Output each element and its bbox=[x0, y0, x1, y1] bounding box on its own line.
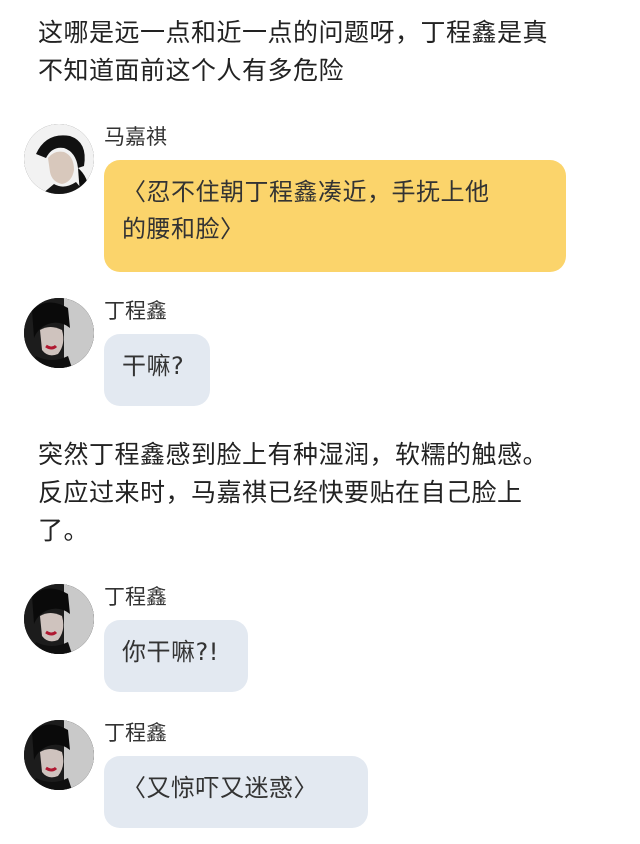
chat-message: 马嘉祺 〈忍不住朝丁程鑫凑近，手抚上他 的腰和脸〉 bbox=[24, 124, 624, 274]
sender-name: 丁程鑫 bbox=[104, 585, 167, 609]
narration-middle-line-2: 反应过来时，马嘉祺已经快要贴在自己脸上 bbox=[38, 478, 523, 507]
avatar-image bbox=[24, 584, 94, 654]
message-text-line-1: 干嘛? bbox=[122, 352, 185, 380]
message-text-line-1: 你干嘛?! bbox=[122, 638, 219, 666]
message-text-line-1: 〈忍不住朝丁程鑫凑近，手抚上他 bbox=[122, 178, 490, 206]
sender-name: 丁程鑫 bbox=[104, 721, 167, 745]
avatar[interactable] bbox=[24, 298, 94, 368]
avatar-image bbox=[24, 124, 94, 194]
message-bubble[interactable]: 〈忍不住朝丁程鑫凑近，手抚上他 的腰和脸〉 bbox=[104, 160, 566, 272]
narration-intro-line-2: 不知道面前这个人有多危险 bbox=[38, 56, 345, 85]
sender-name: 丁程鑫 bbox=[104, 299, 167, 323]
message-bubble[interactable]: 你干嘛?! bbox=[104, 620, 248, 692]
message-text-line-1: 〈又惊吓又迷惑〉 bbox=[122, 774, 318, 802]
narration-middle-line-3: 了。 bbox=[38, 516, 90, 545]
avatar[interactable] bbox=[24, 124, 94, 194]
avatar-image bbox=[24, 298, 94, 368]
message-text-line-2: 的腰和脸〉 bbox=[122, 215, 245, 243]
message-bubble[interactable]: 干嘛? bbox=[104, 334, 210, 406]
chat-message: 丁程鑫 〈又惊吓又迷惑〉 bbox=[24, 720, 624, 832]
avatar-image bbox=[24, 720, 94, 790]
avatar[interactable] bbox=[24, 584, 94, 654]
narration-middle-line-1: 突然丁程鑫感到脸上有种湿润，软糯的触感。 bbox=[38, 440, 549, 469]
chat-message: 丁程鑫 干嘛? bbox=[24, 298, 624, 410]
chat-message: 丁程鑫 你干嘛?! bbox=[24, 584, 624, 696]
message-bubble[interactable]: 〈又惊吓又迷惑〉 bbox=[104, 756, 368, 828]
sender-name: 马嘉祺 bbox=[104, 125, 167, 149]
narration-intro-line-1: 这哪是远一点和近一点的问题呀，丁程鑫是真 bbox=[38, 18, 549, 47]
narration-intro: 这哪是远一点和近一点的问题呀，丁程鑫是真 不知道面前这个人有多危险 bbox=[38, 14, 618, 90]
avatar[interactable] bbox=[24, 720, 94, 790]
narration-middle: 突然丁程鑫感到脸上有种湿润，软糯的触感。 反应过来时，马嘉祺已经快要贴在自己脸上… bbox=[38, 436, 618, 550]
